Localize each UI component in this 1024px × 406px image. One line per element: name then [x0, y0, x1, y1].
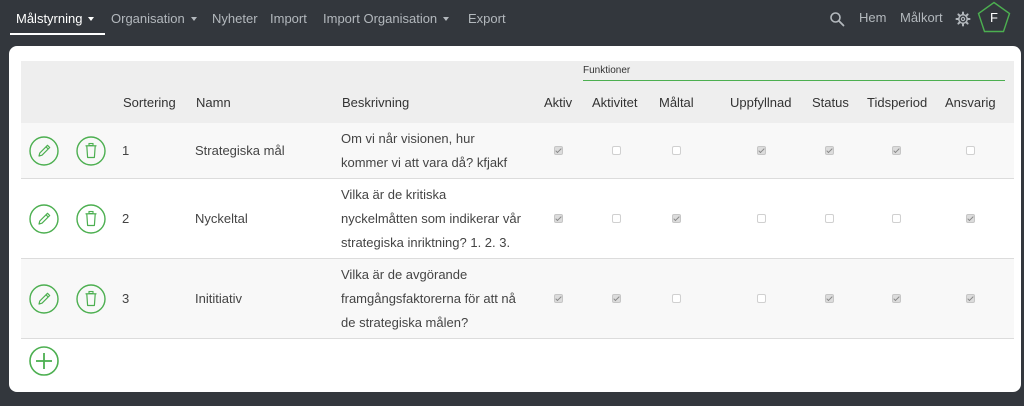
malkort-link[interactable]: Målkort	[900, 10, 943, 25]
name-value: Nyckeltal	[195, 211, 248, 226]
aktivitet-checkbox[interactable]	[612, 146, 621, 155]
nav-item-malstyrning[interactable]: Målstyrning	[16, 11, 95, 26]
sort-value: 3	[122, 291, 130, 306]
nav-item-label: Import	[270, 11, 307, 26]
column-header-maltal[interactable]: Måltal	[659, 95, 694, 110]
delete-button[interactable]	[76, 204, 106, 234]
edit-button[interactable]	[29, 136, 59, 166]
funktioner-label: Funktioner	[583, 65, 631, 76]
column-header-uppfyllnad[interactable]: Uppfyllnad	[730, 95, 791, 110]
table-group-header: Funktioner	[21, 61, 1014, 82]
nav-item-label: Nyheter	[212, 11, 258, 26]
nav-item-nyheter[interactable]: Nyheter	[212, 11, 258, 26]
description-line: Om vi når visionen, hur	[341, 131, 475, 146]
nav-item-label: Målstyrning	[16, 11, 83, 26]
ansvarig-checkbox[interactable]	[966, 294, 975, 303]
nav-item-organisation[interactable]: Organisation	[111, 11, 197, 26]
description-line: Vilka är de avgörande	[341, 267, 468, 282]
aktiv-checkbox[interactable]	[554, 214, 563, 223]
pencil-icon	[29, 136, 59, 166]
column-header-beskrivning[interactable]: Beskrivning	[342, 95, 409, 110]
main-card: Funktioner Sortering Namn Beskrivning Ak…	[9, 46, 1021, 392]
table-row: 1 Strategiska mål Om vi når visionen, hu…	[21, 123, 1014, 179]
chevron-down-icon	[190, 17, 197, 21]
delete-button[interactable]	[76, 284, 106, 314]
nav-item-label: Organisation	[111, 11, 185, 26]
description-line: kommer vi att vara då? kfjakf	[341, 155, 508, 170]
sort-value: 1	[122, 143, 130, 158]
trash-icon	[76, 284, 106, 314]
add-button[interactable]	[29, 346, 59, 376]
tidsperiod-checkbox[interactable]	[892, 294, 901, 303]
nav-item-import[interactable]: Import	[270, 11, 307, 26]
table-header-row: Sortering Namn Beskrivning Aktiv Aktivit…	[21, 81, 1014, 123]
table-row: 3 Inititiativ Vilka är de avgörande fram…	[21, 259, 1014, 339]
column-header-sortering[interactable]: Sortering	[123, 95, 176, 110]
uppfyllnad-checkbox[interactable]	[757, 294, 766, 303]
active-nav-underline	[10, 33, 105, 35]
aktiv-checkbox[interactable]	[554, 146, 563, 155]
sort-value: 2	[122, 211, 130, 226]
uppfyllnad-checkbox[interactable]	[757, 146, 766, 155]
column-header-aktivitet[interactable]: Aktivitet	[592, 95, 638, 110]
top-navigation: Målstyrning Organisation Nyheter Import …	[0, 0, 1024, 40]
nav-item-label: Import Organisation	[323, 11, 438, 26]
column-header-status[interactable]: Status	[812, 95, 849, 110]
maltal-checkbox[interactable]	[672, 294, 681, 303]
plus-icon	[29, 346, 59, 376]
tidsperiod-checkbox[interactable]	[892, 146, 901, 155]
pencil-icon	[29, 204, 59, 234]
ansvarig-checkbox[interactable]	[966, 214, 975, 223]
description-line: de strategiska målen?	[341, 315, 469, 330]
aktivitet-checkbox[interactable]	[612, 294, 621, 303]
description-line: strategiska inriktning? 1. 2. 3.	[341, 235, 511, 250]
description-value: Vilka är de kritiska nyckelmåtten som in…	[341, 183, 536, 255]
name-value: Inititiativ	[195, 291, 242, 306]
maltal-checkbox[interactable]	[672, 146, 681, 155]
status-checkbox[interactable]	[825, 146, 834, 155]
edit-button[interactable]	[29, 284, 59, 314]
avatar[interactable]: F	[977, 1, 1011, 33]
uppfyllnad-checkbox[interactable]	[757, 214, 766, 223]
nav-item-label: Export	[468, 11, 506, 26]
column-header-ansvarig[interactable]: Ansvarig	[945, 95, 996, 110]
nav-item-import-organisation[interactable]: Import Organisation	[323, 11, 450, 26]
status-checkbox[interactable]	[825, 294, 834, 303]
goals-table: Funktioner Sortering Namn Beskrivning Ak…	[21, 61, 1014, 339]
description-line: framgångsfaktorerna för att nå	[341, 291, 516, 306]
description-value: Vilka är de avgörande framgångsfaktorern…	[341, 263, 536, 335]
column-header-namn[interactable]: Namn	[196, 95, 231, 110]
description-value: Om vi når visionen, hur kommer vi att va…	[341, 127, 536, 175]
ansvarig-checkbox[interactable]	[966, 146, 975, 155]
delete-button[interactable]	[76, 136, 106, 166]
trash-icon	[76, 136, 106, 166]
column-header-tidsperiod[interactable]: Tidsperiod	[867, 95, 927, 110]
status-checkbox[interactable]	[825, 214, 834, 223]
trash-icon	[76, 204, 106, 234]
aktiv-checkbox[interactable]	[554, 294, 563, 303]
pencil-icon	[29, 284, 59, 314]
home-link[interactable]: Hem	[859, 10, 886, 25]
name-value: Strategiska mål	[195, 143, 285, 158]
aktivitet-checkbox[interactable]	[612, 214, 621, 223]
description-line: nyckelmåtten som indikerar vår	[341, 211, 521, 226]
maltal-checkbox[interactable]	[672, 214, 681, 223]
column-header-aktiv[interactable]: Aktiv	[544, 95, 572, 110]
table-row: 2 Nyckeltal Vilka är de kritiska nyckelm…	[21, 179, 1014, 259]
chevron-down-icon	[443, 17, 450, 21]
tidsperiod-checkbox[interactable]	[892, 214, 901, 223]
search-icon[interactable]	[829, 11, 845, 27]
edit-button[interactable]	[29, 204, 59, 234]
description-line: Vilka är de kritiska	[341, 187, 447, 202]
nav-item-export[interactable]: Export	[468, 11, 506, 26]
avatar-letter: F	[990, 10, 998, 25]
chevron-down-icon	[88, 17, 95, 21]
gear-icon[interactable]	[955, 11, 971, 27]
